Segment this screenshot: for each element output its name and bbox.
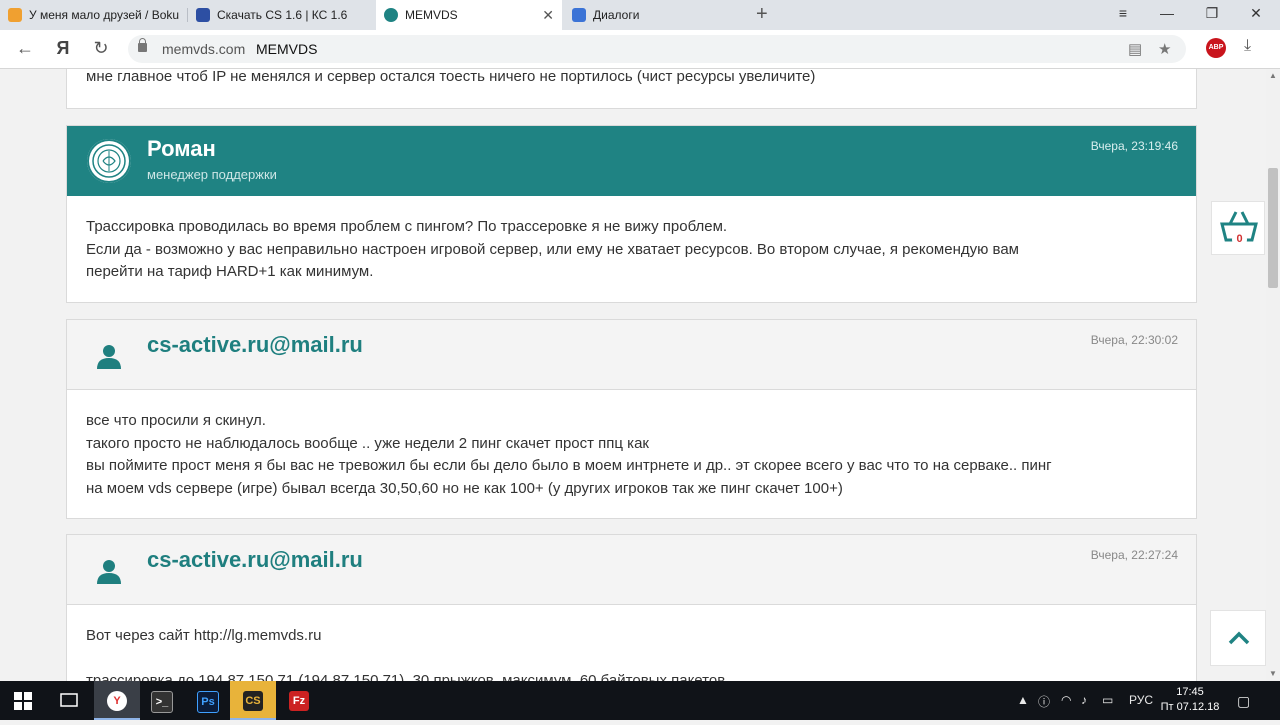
message-date: Вчера, 23:19:46 — [1090, 139, 1178, 153]
clock-time: 17:45 — [1176, 686, 1204, 698]
taskbar-console[interactable]: >_ — [138, 681, 184, 720]
start-button[interactable] — [0, 681, 46, 720]
author-name: cs-active.ru@mail.ru — [147, 332, 363, 357]
task-view-icon — [60, 693, 78, 707]
taskbar-photoshop[interactable]: Ps — [184, 681, 230, 720]
message-date: Вчера, 22:27:24 — [1090, 548, 1178, 562]
tray-overflow-icon[interactable]: ▲ — [1017, 693, 1029, 707]
tab-dialogs[interactable]: Диалоги — [564, 0, 750, 30]
windows-taskbar: Y >_ Ps CS Fz ▲ ⓘ ◠ ♪ ▭ РУС 17:45 Пт 07.… — [0, 681, 1280, 720]
url-page-title: MEMVDS — [256, 41, 318, 57]
close-tab-icon[interactable]: ✕ — [542, 7, 554, 24]
message-card-user: cs-active.ru@mail.ru Вчера, 22:27:24 Вот… — [66, 534, 1197, 681]
tab-label: MEMVDS — [405, 8, 458, 22]
lock-icon — [138, 38, 147, 52]
message-line: перейти на тариф HARD+1 как минимум. — [86, 263, 374, 280]
message-card-partial: мне главное чтоб IP не менялся и сервер … — [66, 69, 1197, 109]
new-tab-button[interactable]: + — [756, 3, 768, 26]
scroll-to-top-button[interactable] — [1210, 610, 1266, 666]
menu-icon[interactable]: ≡ — [1113, 5, 1133, 21]
address-bar: ← Я ↻ memvds.com MEMVDS ▤ ★ ABP ⤓ — [0, 30, 1280, 69]
message-line: Если да - возможно у вас неправильно нас… — [86, 240, 1019, 258]
taskbar-counter-strike[interactable]: CS — [230, 681, 276, 720]
windows-logo-icon — [14, 692, 32, 710]
taskbar-yandex-browser[interactable]: Y — [94, 681, 140, 720]
reload-icon[interactable]: ↻ — [90, 38, 112, 59]
user-avatar-icon — [97, 560, 121, 584]
tab-boku[interactable]: У меня мало друзей / Boku — [0, 0, 186, 30]
message-line: Трассировка проводилась во время проблем… — [86, 218, 728, 235]
message-line: вы поймите прост меня я бы вас не тревож… — [86, 457, 1052, 474]
message-date: Вчера, 22:30:02 — [1090, 333, 1178, 347]
message-body: Трассировка проводилась во время проблем… — [86, 216, 1177, 284]
battery-icon[interactable]: ▭ — [1102, 693, 1113, 707]
message-body: Вот через сайт http://lg.memvds.ru трасс… — [86, 625, 1177, 681]
tab-memvds[interactable]: MEMVDS ✕ — [376, 0, 562, 30]
volume-icon[interactable]: ♪ — [1081, 693, 1087, 707]
url-field[interactable]: memvds.com MEMVDS ▤ ★ — [128, 35, 1186, 63]
author-role: менеджер поддержки — [147, 167, 277, 182]
terminal-icon: >_ — [151, 691, 173, 713]
vk-favicon-icon — [572, 8, 586, 22]
scrollbar[interactable] — [1266, 69, 1280, 681]
message-text: мне главное чтоб IP не менялся и сервер … — [86, 69, 816, 85]
scroll-down-arrow-icon[interactable]: ▼ — [1268, 669, 1278, 678]
clock[interactable]: 17:45 Пт 07.12.18 — [1160, 685, 1220, 715]
cart-count-badge: 0 — [1232, 233, 1247, 246]
task-view-button[interactable] — [46, 681, 92, 720]
back-icon[interactable]: ← — [14, 38, 36, 59]
language-indicator[interactable]: РУС — [1129, 693, 1153, 707]
tab-label: Диалоги — [593, 8, 640, 22]
tab-label: У меня мало друзей / Boku — [29, 8, 180, 22]
clock-date: Пт 07.12.18 — [1160, 701, 1220, 713]
close-window-icon[interactable]: ✕ — [1246, 5, 1266, 22]
cart-button[interactable]: 0 — [1211, 201, 1265, 255]
yandex-icon[interactable]: Я — [52, 38, 74, 59]
message-header: Роман менеджер поддержки Вчера, 23:19:46 — [67, 126, 1196, 196]
adblock-plus-icon[interactable]: ABP — [1206, 38, 1226, 58]
taskbar-filezilla[interactable]: Fz — [276, 681, 322, 720]
basket-icon — [1220, 211, 1258, 242]
reader-mode-icon[interactable]: ▤ — [1128, 40, 1142, 58]
tab-cs16[interactable]: Скачать CS 1.6 | КС 1.6 — [188, 0, 374, 30]
download-icon[interactable]: ⤓ — [1244, 37, 1251, 55]
author-name: Роман — [147, 136, 216, 161]
message-card-staff: Роман менеджер поддержки Вчера, 23:19:46… — [66, 125, 1197, 303]
cat-favicon-icon — [8, 8, 22, 22]
action-center-badge-icon[interactable]: ⓘ — [1038, 693, 1050, 710]
message-card-user: cs-active.ru@mail.ru Вчера, 22:30:02 все… — [66, 319, 1197, 519]
memvds-favicon-icon — [384, 8, 398, 22]
yandex-browser-icon: Y — [107, 691, 127, 711]
support-avatar — [87, 139, 131, 183]
message-line: Вот через сайт http://lg.memvds.ru — [86, 627, 322, 644]
chevron-up-icon — [1228, 631, 1250, 645]
filezilla-icon: Fz — [289, 691, 309, 711]
notifications-icon[interactable]: ▢ — [1237, 693, 1250, 710]
minimize-icon[interactable]: — — [1157, 5, 1177, 21]
message-header: cs-active.ru@mail.ru Вчера, 22:30:02 — [67, 320, 1196, 390]
message-line: все что просили я скинул. — [86, 412, 266, 429]
message-line: трассировка до 194.87.150.71 (194.87.150… — [86, 671, 726, 682]
message-line: на моем vds сервере (игре) бывал всегда … — [86, 479, 843, 497]
wifi-icon[interactable]: ◠ — [1061, 693, 1071, 707]
author-name: cs-active.ru@mail.ru — [147, 547, 363, 572]
counter-strike-icon: CS — [243, 691, 263, 711]
restore-icon[interactable]: ❐ — [1202, 5, 1222, 22]
url-host: memvds.com — [162, 41, 246, 57]
tab-label: Скачать CS 1.6 | КС 1.6 — [217, 8, 348, 22]
message-body: все что просили я скинул. такого просто … — [86, 410, 1177, 500]
tab-strip: У меня мало друзей / Boku Скачать CS 1.6… — [0, 0, 1280, 30]
scrollbar-thumb[interactable] — [1268, 168, 1278, 288]
message-line: такого просто не наблюдалось вообще .. у… — [86, 434, 649, 452]
user-avatar-icon — [97, 345, 121, 369]
message-header: cs-active.ru@mail.ru Вчера, 22:27:24 — [67, 535, 1196, 605]
cs-favicon-icon — [196, 8, 210, 22]
bookmark-star-icon[interactable]: ★ — [1158, 40, 1171, 58]
scroll-up-arrow-icon[interactable]: ▲ — [1268, 71, 1278, 80]
photoshop-icon: Ps — [197, 691, 219, 713]
brain-logo-icon — [92, 144, 126, 178]
ticket-page: мне главное чтоб IP не менялся и сервер … — [0, 69, 1266, 681]
